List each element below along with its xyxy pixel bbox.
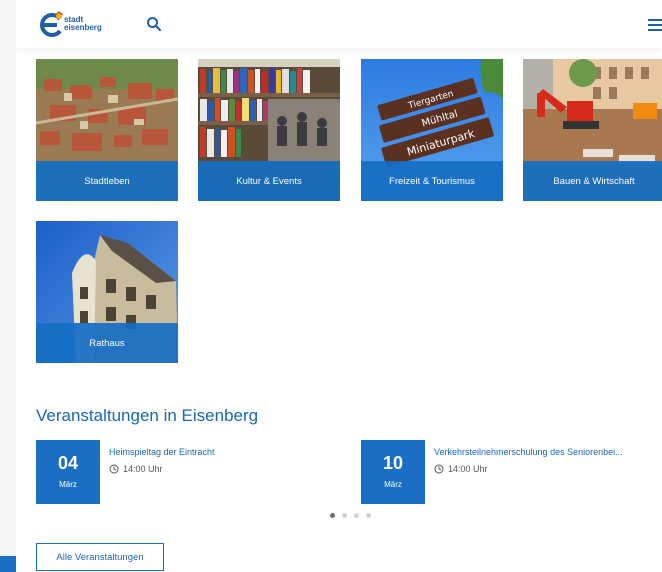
event-day: 04: [57, 453, 79, 473]
event-date-box: 10 März: [361, 440, 425, 504]
logo-e-icon: [40, 11, 64, 37]
tile-label: Kultur & Events: [198, 161, 340, 201]
tile-stadtleben[interactable]: Stadtleben: [36, 59, 178, 201]
event-time-text: 14:00 Uhr: [123, 464, 163, 474]
carousel-pagination: [330, 513, 371, 518]
tile-label: Freizeit & Tourismus: [361, 161, 503, 201]
carousel-dot-4[interactable]: [366, 513, 371, 518]
page: stadt eisenberg Stadtleben Kultur & Even…: [16, 0, 662, 572]
tile-kultur-events[interactable]: Kultur & Events: [198, 59, 340, 201]
tile-label: Rathaus: [36, 323, 178, 363]
search-icon[interactable]: [146, 16, 162, 32]
tile-rathaus[interactable]: Rathaus: [36, 221, 178, 363]
event-date-box: 04 März: [36, 440, 100, 504]
clock-icon: [434, 464, 444, 474]
event-month: März: [59, 480, 77, 489]
carousel-dot-3[interactable]: [354, 513, 359, 518]
event-card[interactable]: 10 März Verkehrsteilnehmerschulung des S…: [361, 440, 661, 504]
tile-label: Stadtleben: [36, 161, 178, 201]
event-day: 10: [382, 453, 404, 473]
event-title-link[interactable]: Heimspieltag der Eintracht: [109, 447, 339, 457]
carousel-dot-2[interactable]: [342, 513, 347, 518]
logo-wordmark: stadt eisenberg: [64, 16, 102, 32]
event-month: März: [384, 480, 402, 489]
site-logo[interactable]: stadt eisenberg: [38, 11, 118, 39]
menu-icon[interactable]: [648, 18, 662, 32]
event-time: 14:00 Uhr: [434, 464, 488, 474]
events-section-title: Veranstaltungen in Eisenberg: [36, 406, 259, 425]
tile-freizeit-tourismus[interactable]: Tiergarten Mühltal Miniaturpark Freizeit…: [361, 59, 503, 201]
event-time-text: 14:00 Uhr: [448, 464, 488, 474]
tile-label: Bauen & Wirtschaft: [523, 161, 662, 201]
site-header: stadt eisenberg: [16, 0, 662, 48]
clock-icon: [109, 464, 119, 474]
event-card[interactable]: 04 März Heimspieltag der Eintracht 14:00…: [36, 440, 336, 504]
tile-bauen-wirtschaft[interactable]: Bauen & Wirtschaft: [523, 59, 662, 201]
event-time: 14:00 Uhr: [109, 464, 163, 474]
logo-line2: eisenberg: [64, 23, 102, 32]
carousel-dot-1[interactable]: [330, 513, 335, 518]
all-events-button[interactable]: Alle Veranstaltungen: [36, 543, 164, 571]
side-accent-block: [0, 556, 16, 572]
event-title-link[interactable]: Verkehrsteilnehmerschulung des Seniorenb…: [434, 447, 656, 457]
